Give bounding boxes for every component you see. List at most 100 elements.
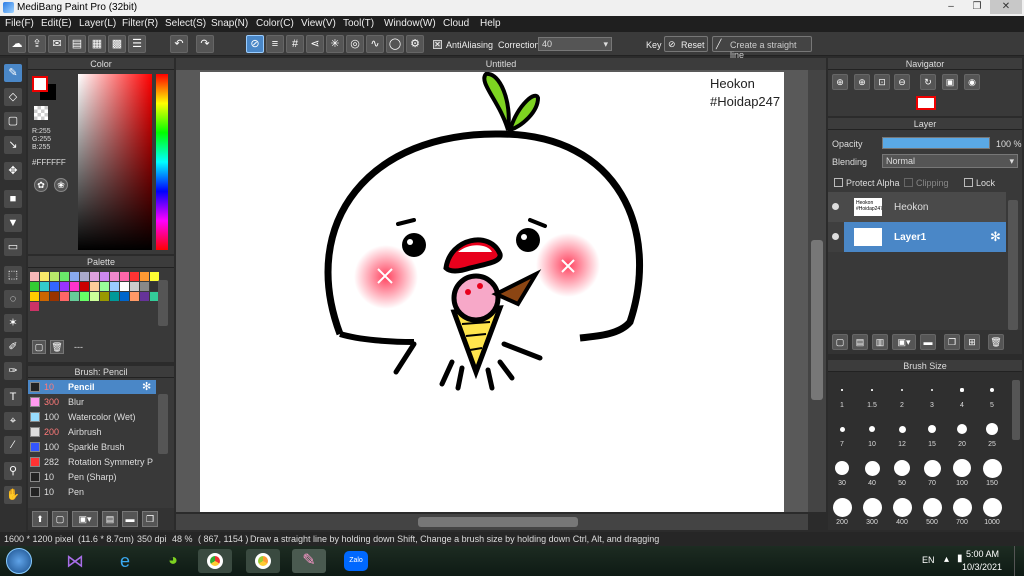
cococ-icon[interactable]: ◕ [156, 549, 190, 573]
brush-size-scrollbar[interactable] [1012, 380, 1020, 440]
palette-swatch[interactable] [30, 302, 39, 311]
antialias-checkbox[interactable]: ✕ [433, 40, 442, 49]
menu-color[interactable]: Color(C) [256, 18, 294, 29]
brush-item[interactable]: 100 Sparkle Brush [28, 440, 156, 454]
brush-size-dot[interactable] [894, 460, 910, 476]
vertical-scrollbar[interactable] [808, 70, 826, 512]
brush-size-dot[interactable] [922, 497, 942, 517]
menu-filter[interactable]: Filter(R) [122, 18, 158, 29]
list-icon[interactable]: ☰ [128, 35, 146, 53]
horizontal-scrollbar[interactable] [176, 514, 808, 530]
palette-scrollbar[interactable] [158, 280, 168, 326]
menu-tool[interactable]: Tool(T) [343, 18, 374, 29]
select-tool-icon[interactable]: ⬚ [4, 266, 22, 284]
brush-item[interactable]: 282 Rotation Symmetry P [28, 455, 156, 469]
menu-snap[interactable]: Snap(N) [211, 18, 248, 29]
divide-tool-icon[interactable]: ⁄ [4, 436, 22, 454]
brush-size-dot[interactable] [923, 459, 941, 477]
select-pen-icon[interactable]: ✐ [4, 338, 22, 356]
palette-swatch[interactable] [110, 272, 119, 281]
brush-item[interactable]: 100 Watercolor (Wet) [28, 410, 156, 424]
zalo-taskbar-button[interactable]: Zalo [340, 549, 374, 573]
brush-size-dot[interactable] [892, 497, 912, 517]
clock-time[interactable]: 5:00 AM [966, 549, 999, 559]
new-palette-icon[interactable]: ▢ [32, 340, 46, 354]
select-eraser-icon[interactable]: ✑ [4, 362, 22, 380]
palette-swatch[interactable] [80, 292, 89, 301]
palette-swatch[interactable] [70, 292, 79, 301]
ellipse-snap-icon[interactable]: ◯ [386, 35, 404, 53]
palette-swatch[interactable] [50, 292, 59, 301]
palette-swatch[interactable] [140, 292, 149, 301]
palette-swatch[interactable] [30, 272, 39, 281]
curve-snap-icon[interactable]: ∿ [366, 35, 384, 53]
brush-menu-icon[interactable]: ▣▾ [72, 511, 98, 527]
vertical-scroll-thumb[interactable] [811, 240, 823, 400]
brush-size-dot[interactable] [982, 458, 1002, 478]
snap-off-icon[interactable]: ⊘ [246, 35, 264, 53]
brush-size-dot[interactable] [957, 424, 967, 434]
eyedropper-tool-icon[interactable]: ⚲ [4, 462, 22, 480]
brush-size-dot[interactable] [901, 389, 903, 391]
start-button[interactable] [6, 548, 32, 574]
layer-folder-icon[interactable]: ▬ [920, 334, 936, 350]
color-history-icon[interactable]: ❀ [54, 178, 68, 192]
zoom-in-icon[interactable]: ⊕ [832, 74, 848, 90]
brush-size-dot[interactable] [871, 389, 873, 391]
palette-swatch[interactable] [70, 282, 79, 291]
brush-size-dot[interactable] [982, 497, 1002, 517]
brush-settings-icon[interactable]: ▤ [102, 511, 118, 527]
straight-line-button[interactable]: ╱ Create a straight line [712, 36, 812, 60]
show-desktop-button[interactable] [1014, 546, 1024, 576]
layer-settings-icon[interactable]: ✻ [990, 229, 1001, 245]
palette-swatch[interactable] [110, 282, 119, 291]
palette-swatch[interactable] [40, 292, 49, 301]
palette-swatch[interactable] [60, 272, 69, 281]
new-halftone-layer-icon[interactable]: ▤ [852, 334, 868, 350]
new-brush-icon[interactable]: ▢ [52, 511, 68, 527]
vanishing-point-icon[interactable]: ⋖ [306, 35, 324, 53]
palette-swatch[interactable] [50, 272, 59, 281]
add-brush-icon[interactable]: ⬆ [32, 511, 48, 527]
palette-swatch[interactable] [140, 282, 149, 291]
layer-row-heokon[interactable]: Heokon #Hoidap247 Heokon [828, 192, 1006, 222]
brush-size-dot[interactable] [990, 388, 994, 392]
maximize-button[interactable]: ❐ [964, 0, 990, 14]
brush-item[interactable]: 10 Pencil ✻ [28, 380, 156, 394]
gradient-tool-icon[interactable]: ▭ [4, 238, 22, 256]
brush-size-dot[interactable] [869, 426, 875, 432]
brush-size-dot[interactable] [953, 459, 971, 477]
dot-tool-icon[interactable]: ▢ [4, 112, 22, 130]
eraser-tool-icon[interactable]: ◇ [4, 88, 22, 106]
layer-scrollbar[interactable] [1008, 200, 1018, 330]
hue-slider[interactable] [156, 74, 168, 250]
text-tool-icon[interactable]: T [4, 388, 22, 406]
redo-icon[interactable]: ↷ [196, 35, 214, 53]
fit-window-icon[interactable]: ⊡ [874, 74, 890, 90]
layer-visibility-icon[interactable] [832, 203, 839, 210]
fill-shape-icon[interactable]: ■ [4, 190, 22, 208]
brush-size-dot[interactable] [862, 497, 882, 517]
brush-item[interactable]: 10 Pen (Sharp) [28, 470, 156, 484]
brush-size-dot[interactable] [960, 388, 964, 392]
palette-swatch[interactable] [40, 272, 49, 281]
rotate-icon[interactable]: ↻ [920, 74, 936, 90]
visual-studio-icon[interactable]: ⋈ [58, 549, 92, 573]
chrome-taskbar-button[interactable] [198, 549, 232, 573]
brush-item[interactable]: 10 Pen [28, 485, 156, 499]
language-indicator[interactable]: EN [922, 555, 935, 565]
zoom-out-icon[interactable]: ⊖ [894, 74, 910, 90]
palette-swatch[interactable] [90, 292, 99, 301]
parallel-snap-icon[interactable]: ≡ [266, 35, 284, 53]
palette-swatch[interactable] [140, 272, 149, 281]
delete-palette-icon[interactable]: 🗑 [50, 340, 64, 354]
brush-settings-icon[interactable]: ✻ [142, 380, 151, 394]
operation-tool-icon[interactable]: ⌖ [4, 412, 22, 430]
menu-edit[interactable]: Edit(E) [41, 18, 72, 29]
document-icon[interactable]: ▦ [88, 35, 106, 53]
correction-select[interactable]: 40 ▾ [538, 37, 612, 51]
lock-checkbox[interactable] [964, 178, 973, 187]
palette-swatch[interactable] [120, 292, 129, 301]
clipping-checkbox[interactable] [904, 178, 913, 187]
menu-select[interactable]: Select(S) [165, 18, 206, 29]
